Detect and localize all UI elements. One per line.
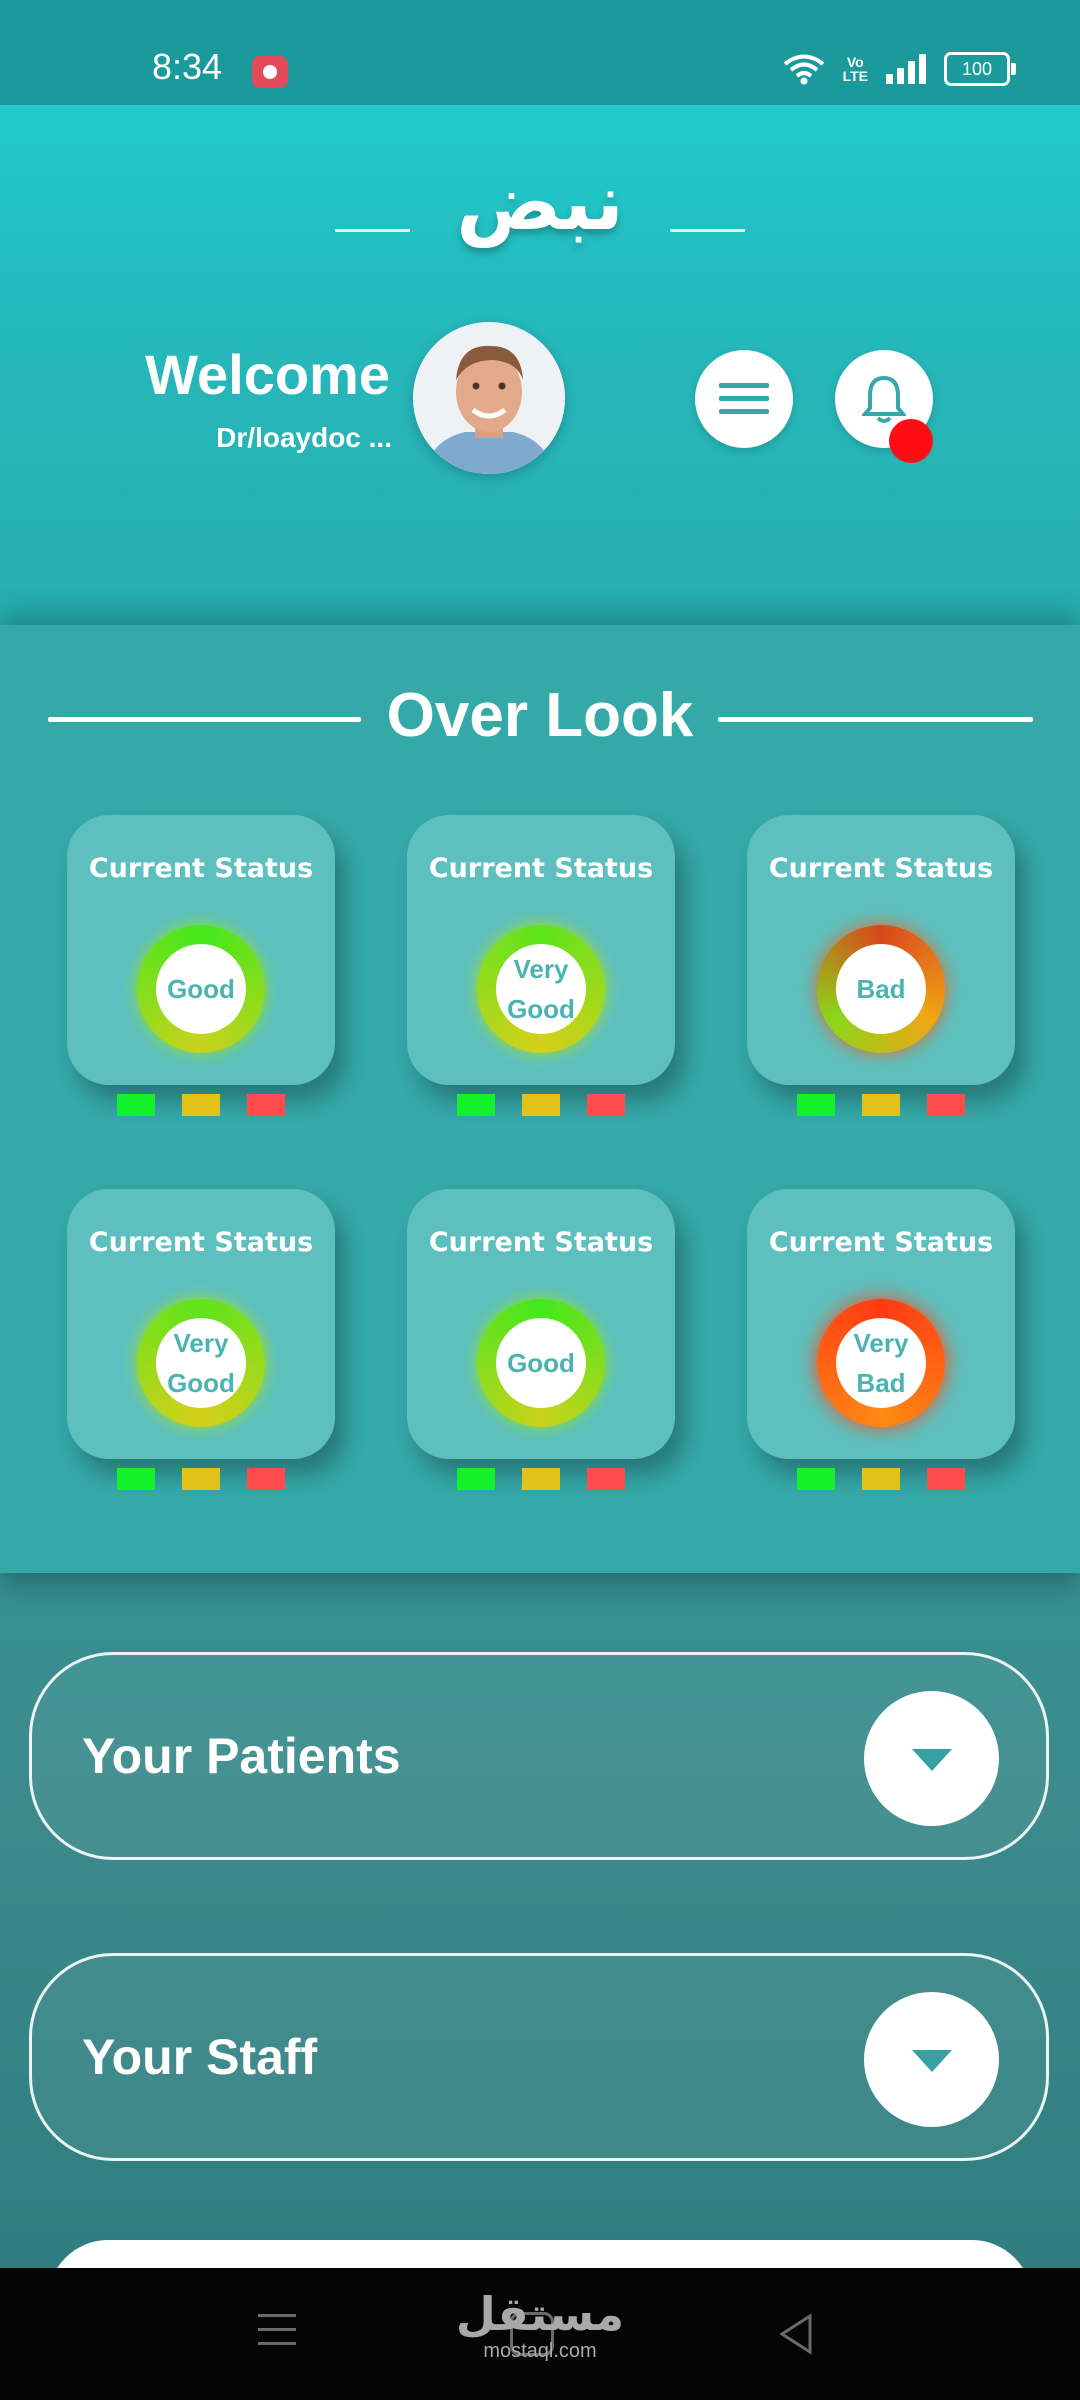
legend-bad — [927, 1094, 965, 1116]
legend-good — [457, 1094, 495, 1116]
status-line: Good — [507, 1348, 575, 1378]
status-legend — [457, 1468, 625, 1490]
legend-good — [117, 1468, 155, 1490]
app-logo: نبض — [456, 158, 624, 248]
logo-divider-right — [670, 229, 745, 232]
legend-bad — [587, 1094, 625, 1116]
overlook-title: Over Look — [386, 681, 694, 750]
recent-apps-icon[interactable] — [258, 2314, 296, 2356]
volte-icon: Vo LTE — [843, 55, 868, 83]
status-line: Bad — [856, 1368, 906, 1398]
navigation-bar: مستقل mostaql.com — [0, 2268, 1080, 2400]
status-line: Very — [173, 1328, 229, 1358]
battery-icon: 100 — [944, 52, 1016, 86]
overlook-divider-right — [718, 717, 1033, 722]
signal-icon — [886, 54, 926, 84]
card-title: Current Status — [768, 1227, 994, 1258]
legend-bad — [927, 1468, 965, 1490]
bell-icon — [862, 375, 906, 423]
status-legend — [117, 1468, 285, 1490]
status-line: Bad — [856, 974, 906, 1004]
status-ring: Very Good — [477, 925, 605, 1053]
status-label: Bad — [836, 944, 926, 1034]
volte-bottom: LTE — [842, 68, 868, 84]
volte-top: Vo — [846, 54, 864, 70]
wifi-icon — [783, 54, 824, 85]
legend-bad — [247, 1094, 285, 1116]
legend-medium — [182, 1094, 220, 1116]
staff-section-label: Your Staff — [82, 2029, 318, 2085]
avatar-image — [413, 322, 565, 474]
status-legend — [117, 1094, 285, 1116]
status-card[interactable]: Current Status Good — [407, 1189, 675, 1459]
status-ring: Very Good — [137, 1299, 265, 1427]
status-bar: 8:34 Vo LTE 100 — [0, 0, 1080, 105]
status-line: Good — [167, 974, 235, 1004]
card-title: Current Status — [428, 1227, 654, 1258]
status-legend — [457, 1094, 625, 1116]
screen-record-icon — [252, 56, 288, 88]
status-label: Very Good — [156, 1318, 246, 1408]
battery-level: 100 — [961, 59, 993, 79]
back-icon[interactable] — [776, 2312, 816, 2356]
status-time: 8:34 — [152, 46, 223, 87]
status-label: Very Good — [496, 944, 586, 1034]
doctor-username: Dr/loaydoc ... — [216, 422, 392, 453]
card-title: Current Status — [768, 853, 994, 884]
legend-medium — [862, 1468, 900, 1490]
card-title: Current Status — [88, 853, 314, 884]
menu-button[interactable] — [695, 350, 793, 448]
status-card[interactable]: Current Status Very Good — [407, 815, 675, 1085]
legend-bad — [247, 1468, 285, 1490]
legend-bad — [587, 1468, 625, 1490]
status-line: Good — [167, 1368, 235, 1398]
status-legend — [797, 1094, 965, 1116]
staff-section[interactable]: Your Staff — [29, 1953, 1049, 2161]
status-line: Very — [513, 954, 569, 984]
patients-section-label: Your Patients — [82, 1728, 401, 1784]
watermark: مستقل mostaql.com — [440, 2288, 640, 2363]
staff-expand-button[interactable] — [864, 1992, 999, 2127]
status-legend — [797, 1468, 965, 1490]
legend-medium — [862, 1094, 900, 1116]
watermark-url: mostaql.com — [483, 2340, 597, 2362]
patients-section[interactable]: Your Patients — [29, 1652, 1049, 1860]
status-label: Good — [156, 944, 246, 1034]
welcome-text: Welcome — [145, 343, 390, 406]
logo-divider-left — [335, 229, 410, 232]
status-ring: Good — [477, 1299, 605, 1427]
hamburger-icon — [719, 383, 769, 414]
status-card[interactable]: Current Status Very Good — [67, 1189, 335, 1459]
status-label: Very Bad — [836, 1318, 926, 1408]
legend-good — [797, 1094, 835, 1116]
status-icons: Vo LTE 100 — [783, 52, 1016, 86]
status-card[interactable]: Current Status Good — [67, 815, 335, 1085]
legend-good — [457, 1468, 495, 1490]
status-ring: Good — [137, 925, 265, 1053]
status-line: Very — [853, 1328, 909, 1358]
legend-good — [797, 1468, 835, 1490]
card-title: Current Status — [428, 853, 654, 884]
watermark-arabic: مستقل — [455, 2287, 625, 2341]
card-title: Current Status — [88, 1227, 314, 1258]
legend-medium — [522, 1468, 560, 1490]
legend-good — [117, 1094, 155, 1116]
status-ring: Very Bad — [817, 1299, 945, 1427]
notification-badge — [889, 419, 933, 463]
status-line: Good — [507, 994, 575, 1024]
status-card[interactable]: Current Status Very Bad — [747, 1189, 1015, 1459]
legend-medium — [522, 1094, 560, 1116]
legend-medium — [182, 1468, 220, 1490]
patients-expand-button[interactable] — [864, 1691, 999, 1826]
status-card[interactable]: Current Status Bad — [747, 815, 1015, 1085]
status-label: Good — [496, 1318, 586, 1408]
avatar[interactable] — [413, 322, 565, 474]
status-ring: Bad — [817, 925, 945, 1053]
